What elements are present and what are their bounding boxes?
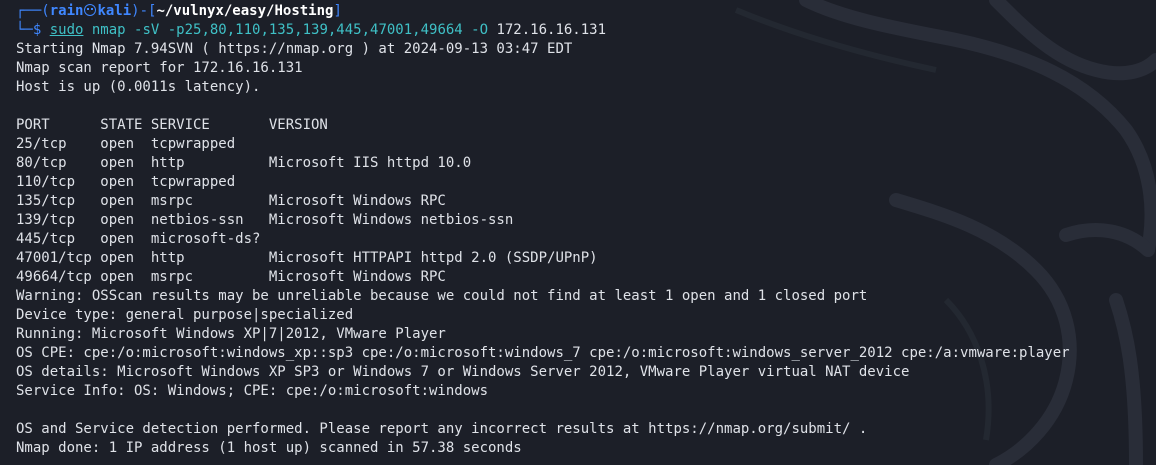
output-line: 445/tcp open microsoft-ds? [16,231,261,247]
output-line: 139/tcp open netbios-ssn Microsoft Windo… [16,212,514,228]
prompt-dollar: └─$ [16,22,50,38]
output-line: 25/tcp open tcpwrapped [16,136,236,152]
prompt-line-2: └─$ sudo nmap -sV -p25,80,110,135,139,44… [16,21,1148,40]
output-line: 47001/tcp open http Microsoft HTTPAPI ht… [16,250,598,266]
prompt-line-1: ┌──(rain kali)-[~/vulnyx/easy/Hosting] [16,2,1148,21]
command-sudo: sudo [49,22,84,38]
output-line: PORT STATE SERVICE VERSION [16,117,328,133]
kali-skull-icon [84,4,97,16]
output-line: Nmap scan report for 172.16.16.131 [16,60,303,76]
output-line: Warning: OSScan results may be unreliabl… [16,288,868,304]
output-line: Running: Microsoft Windows XP|7|2012, VM… [16,326,446,342]
prompt-frame-mid: )-[ [131,3,157,19]
prompt-frame-open: ┌──( [16,3,50,19]
output-line: OS CPE: cpe:/o:microsoft:windows_xp::sp3… [16,345,1070,361]
terminal-window[interactable]: ┌──(rain kali)-[~/vulnyx/easy/Hosting] └─… [0,0,1156,465]
output-line: Nmap done: 1 IP address (1 host up) scan… [16,440,522,456]
terminal-output: ┌──(rain kali)-[~/vulnyx/easy/Hosting] └─… [16,2,1148,458]
prompt-frame-close: ] [333,3,342,19]
output-line: Starting Nmap 7.94SVN ( https://nmap.org… [16,41,573,57]
command-args: nmap -sV -p25,80,110,135,139,445,47001,4… [83,22,497,38]
prompt-path: ~/vulnyx/easy/Hosting [156,3,334,19]
output-line: Host is up (0.0011s latency). [16,79,261,95]
prompt-host: kali [97,3,132,19]
output-line: 110/tcp open tcpwrapped [16,174,236,190]
output-line: OS details: Microsoft Windows XP SP3 or … [16,364,910,380]
output-line: Service Info: OS: Windows; CPE: cpe:/o:m… [16,383,489,399]
output-line: 80/tcp open http Microsoft IIS httpd 10.… [16,155,472,171]
output-line: 49664/tcp open msrpc Microsoft Windows R… [16,269,446,285]
output-line: 135/tcp open msrpc Microsoft Windows RPC [16,193,446,209]
prompt-user: rain [49,3,84,19]
nmap-output: Starting Nmap 7.94SVN ( https://nmap.org… [16,40,1148,458]
output-line: OS and Service detection performed. Plea… [16,421,868,437]
command-target: 172.16.16.131 [496,22,607,38]
output-line: Device type: general purpose|specialized [16,307,354,323]
